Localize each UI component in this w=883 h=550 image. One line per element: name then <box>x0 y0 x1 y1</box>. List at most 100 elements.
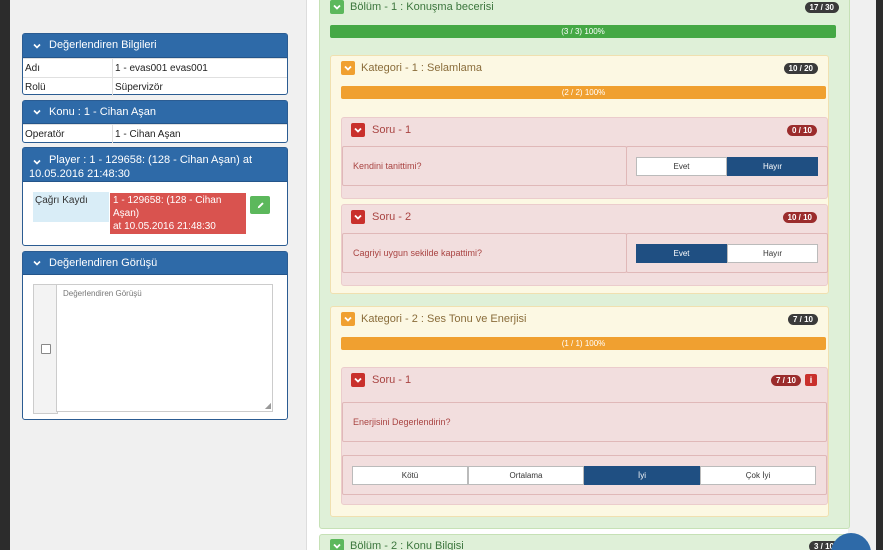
question-soru-2: Soru - 2 10 / 10 Cagriyi uygun sekilde k… <box>341 204 828 286</box>
name-label: Adı <box>23 58 113 78</box>
question-header[interactable]: Soru - 1 0 / 10 <box>342 121 827 139</box>
section-bolum-2-title: Bölüm - 2 : Konu Bilgisi <box>350 540 464 550</box>
score-badge: 0 / 10 <box>786 125 817 136</box>
evaluator-panel: Değerlendiren Bilgileri Adı 1 - evas001 … <box>22 33 288 96</box>
question-title: Soru - 1 <box>372 124 412 136</box>
chevron-down-icon[interactable] <box>330 0 344 14</box>
opinion-placeholder: Değerlendiren Görüşü <box>63 289 142 298</box>
call-record-line1: 1 - 129658: (128 - Cihan Aşan) <box>113 195 222 219</box>
opinion-panel-header[interactable]: Değerlendiren Görüşü <box>23 252 287 275</box>
answer-box: Kötü Ortalama İyi Çok İyi <box>342 455 827 495</box>
score-badge: 7 / 10 <box>770 375 801 386</box>
section-bolum-1-header[interactable]: Bölüm - 1 : Konuşma becerisi 17 / 30 <box>320 0 849 15</box>
call-record-label: Çağrı Kaydı <box>33 192 109 222</box>
role-label: Rolü <box>23 77 113 96</box>
chevron-down-icon[interactable] <box>31 156 43 168</box>
chevron-down-icon[interactable] <box>330 539 344 550</box>
evaluator-panel-title: Değerlendiren Bilgileri <box>49 39 157 51</box>
opinion-panel-title: Değerlendiren Görüşü <box>49 257 158 269</box>
right-column: Bölüm - 1 : Konuşma becerisi 17 / 30 (3 … <box>306 0 850 550</box>
edit-button[interactable] <box>250 196 270 214</box>
question-text-box: Cagriyi uygun sekilde kapattimi? <box>342 233 627 273</box>
info-icon[interactable]: i <box>805 374 817 386</box>
answer-iyi-button[interactable]: İyi <box>584 466 700 485</box>
question-title: Soru - 2 <box>372 211 412 223</box>
question-title: Soru - 1 <box>372 374 412 386</box>
answer-hayir-button[interactable]: Hayır <box>727 157 818 176</box>
table-row: Adı 1 - evas001 evas001 <box>23 58 287 78</box>
chevron-down-icon[interactable] <box>351 210 365 224</box>
category-kategori-1-header[interactable]: Kategori - 1 : Selamlama 10 / 20 <box>331 59 828 77</box>
topic-panel-header[interactable]: Konu : 1 - Cihan Aşan <box>23 101 287 124</box>
score-badge: 7 / 10 <box>787 314 818 325</box>
checkbox-cell <box>33 284 58 414</box>
chevron-down-icon[interactable] <box>341 312 355 326</box>
section-bolum-1: Bölüm - 1 : Konuşma becerisi 17 / 30 (3 … <box>319 0 850 529</box>
score-badge: 10 / 10 <box>782 212 817 223</box>
call-record-line2: at 10.05.2016 21:48:30 <box>113 221 216 232</box>
category-progress-text: (1 / 1) 100% <box>561 339 606 348</box>
question-soru-1: Soru - 1 7 / 10 i Enerjisini Degerlendir… <box>341 367 828 505</box>
role-value: Süpervizör <box>112 77 287 96</box>
page: Değerlendiren Bilgileri Adı 1 - evas001 … <box>10 0 876 550</box>
question-header[interactable]: Soru - 1 7 / 10 i <box>342 371 827 389</box>
player-panel-title-line1: Player : 1 - 129658: (128 - Cihan Aşan) … <box>49 154 253 166</box>
opinion-textarea[interactable]: Değerlendiren Görüşü ◢ <box>56 284 273 412</box>
question-text: Enerjisini Degerlendirin? <box>353 417 451 427</box>
player-panel-title-line2: 10.05.2016 21:48:30 <box>29 168 130 180</box>
call-record-link[interactable]: 1 - 129658: (128 - Cihan Aşan) at 10.05.… <box>110 193 246 234</box>
question-text: Cagriyi uygun sekilde kapattimi? <box>353 248 483 258</box>
name-value: 1 - evas001 evas001 <box>112 58 287 78</box>
section-bolum-2-header[interactable]: Bölüm - 2 : Konu Bilgisi 3 / 10 <box>320 538 849 550</box>
section-progress-bar: (3 / 3) 100% <box>330 25 836 38</box>
chevron-down-icon[interactable] <box>351 123 365 137</box>
answer-button-group: Evet Hayır <box>636 157 818 176</box>
answer-box: Evet Hayır <box>626 233 828 273</box>
category-kategori-1: Kategori - 1 : Selamlama 10 / 20 (2 / 2)… <box>330 55 829 294</box>
answer-evet-button[interactable]: Evet <box>636 157 727 176</box>
answer-box: Evet Hayır <box>626 146 828 186</box>
question-text-box: Kendini tanittimi? <box>342 146 627 186</box>
evaluator-panel-header[interactable]: Değerlendiren Bilgileri <box>23 34 287 58</box>
answer-evet-button[interactable]: Evet <box>636 244 727 263</box>
category-kategori-1-title: Kategori - 1 : Selamlama <box>361 62 483 74</box>
answer-hayir-button[interactable]: Hayır <box>727 244 818 263</box>
category-progress-text: (2 / 2) 100% <box>561 88 606 97</box>
chevron-down-icon[interactable] <box>31 40 43 52</box>
table-row: Operatör 1 - Cihan Aşan <box>23 124 287 143</box>
section-progress-text: (3 / 3) 100% <box>561 27 605 36</box>
chevron-down-icon[interactable] <box>31 106 43 118</box>
question-soru-1: Soru - 1 0 / 10 Kendini tanittimi? Evet … <box>341 117 828 199</box>
section-bolum-1-title: Bölüm - 1 : Konuşma becerisi <box>350 1 494 13</box>
category-kategori-2-header[interactable]: Kategori - 2 : Ses Tonu ve Enerjisi 7 / … <box>331 310 828 328</box>
answer-kotu-button[interactable]: Kötü <box>352 466 468 485</box>
operator-value: 1 - Cihan Aşan <box>112 124 287 143</box>
question-text: Kendini tanittimi? <box>353 161 422 171</box>
score-badge: 10 / 20 <box>783 63 818 74</box>
section-bolum-2: Bölüm - 2 : Konu Bilgisi 3 / 10 <box>319 534 850 550</box>
opinion-panel: Değerlendiren Görüşü Değerlendiren Görüş… <box>22 251 288 420</box>
table-row: Rolü Süpervizör <box>23 77 287 96</box>
topic-panel-title: Konu : 1 - Cihan Aşan <box>49 106 157 118</box>
chevron-down-icon[interactable] <box>31 257 43 269</box>
resize-handle-icon[interactable]: ◢ <box>265 401 271 410</box>
operator-label: Operatör <box>23 124 113 143</box>
category-progress-bar: (2 / 2) 100% <box>341 86 826 99</box>
player-panel-header[interactable]: Player : 1 - 129658: (128 - Cihan Aşan) … <box>23 148 287 182</box>
category-kategori-2-title: Kategori - 2 : Ses Tonu ve Enerjisi <box>361 313 527 325</box>
pencil-icon <box>256 200 265 210</box>
answer-button-group: Kötü Ortalama İyi Çok İyi <box>352 466 816 485</box>
evaluator-info-table: Adı 1 - evas001 evas001 Rolü Süpervizör <box>23 58 287 96</box>
chevron-down-icon[interactable] <box>341 61 355 75</box>
answer-button-group: Evet Hayır <box>636 244 818 263</box>
topic-panel: Konu : 1 - Cihan Aşan Operatör 1 - Cihan… <box>22 100 288 143</box>
answer-ortalama-button[interactable]: Ortalama <box>468 466 584 485</box>
chevron-down-icon[interactable] <box>351 373 365 387</box>
opinion-checkbox[interactable] <box>41 344 51 354</box>
answer-cok-iyi-button[interactable]: Çok İyi <box>700 466 816 485</box>
topic-info-table: Operatör 1 - Cihan Aşan <box>23 124 287 143</box>
question-header[interactable]: Soru - 2 10 / 10 <box>342 208 827 226</box>
player-panel: Player : 1 - 129658: (128 - Cihan Aşan) … <box>22 147 288 246</box>
category-progress-bar: (1 / 1) 100% <box>341 337 826 350</box>
score-badge: 17 / 30 <box>804 2 839 13</box>
